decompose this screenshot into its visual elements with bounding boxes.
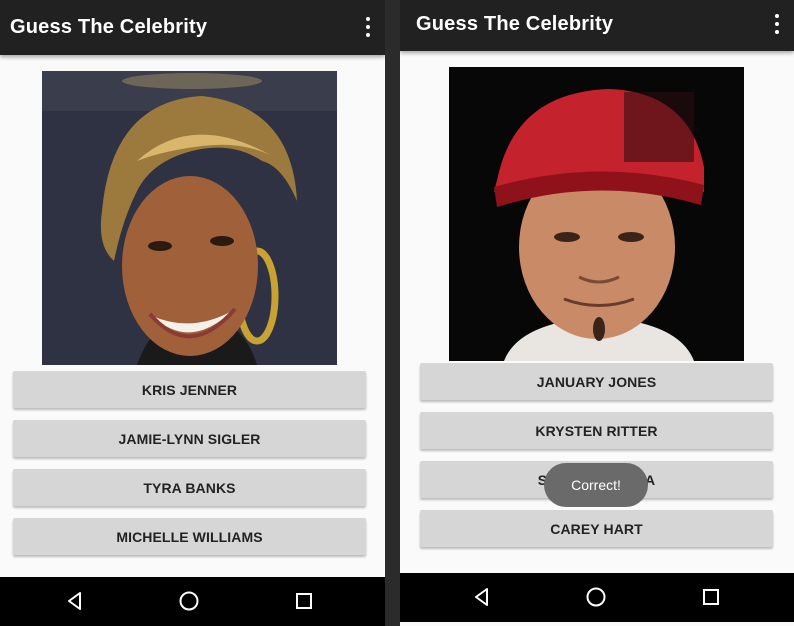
recents-icon[interactable] (292, 589, 316, 613)
navigation-bar (400, 573, 794, 622)
app-bar: Guess The Celebrity (0, 0, 385, 55)
answer-button-4[interactable]: CAREY HART (420, 510, 773, 547)
recents-icon[interactable] (699, 585, 723, 609)
answer-button-1[interactable]: JANUARY JONES (420, 363, 773, 400)
answer-button-1[interactable]: KRIS JENNER (13, 371, 366, 408)
celebrity-photo (449, 67, 744, 361)
app-title: Guess The Celebrity (10, 16, 208, 38)
back-icon[interactable] (470, 585, 494, 609)
navigation-bar (0, 577, 385, 626)
more-vert-icon[interactable] (363, 17, 373, 37)
celebrity-photo-image (42, 71, 337, 365)
more-vert-icon[interactable] (772, 14, 782, 34)
celebrity-photo-image (449, 67, 744, 361)
celebrity-photo (42, 71, 337, 365)
app-bar: Guess The Celebrity (400, 0, 794, 51)
toast-message: Correct! (544, 463, 648, 507)
screen-divider (385, 0, 400, 626)
answer-button-3[interactable]: TYRA BANKS (13, 469, 366, 506)
answer-button-4[interactable]: MICHELLE WILLIAMS (13, 518, 366, 555)
back-icon[interactable] (63, 589, 87, 613)
app-title: Guess The Celebrity (416, 13, 614, 35)
answer-button-2[interactable]: KRYSTEN RITTER (420, 412, 773, 449)
left-screen: Guess The Celebrity KRIS JENNER JAMIE-LY… (0, 0, 385, 626)
answer-button-2[interactable]: JAMIE-LYNN SIGLER (13, 420, 366, 457)
right-screen: Guess The Celebrity JANUARY JONES KRYSTE… (400, 0, 794, 626)
home-icon[interactable] (584, 585, 608, 609)
home-icon[interactable] (177, 589, 201, 613)
